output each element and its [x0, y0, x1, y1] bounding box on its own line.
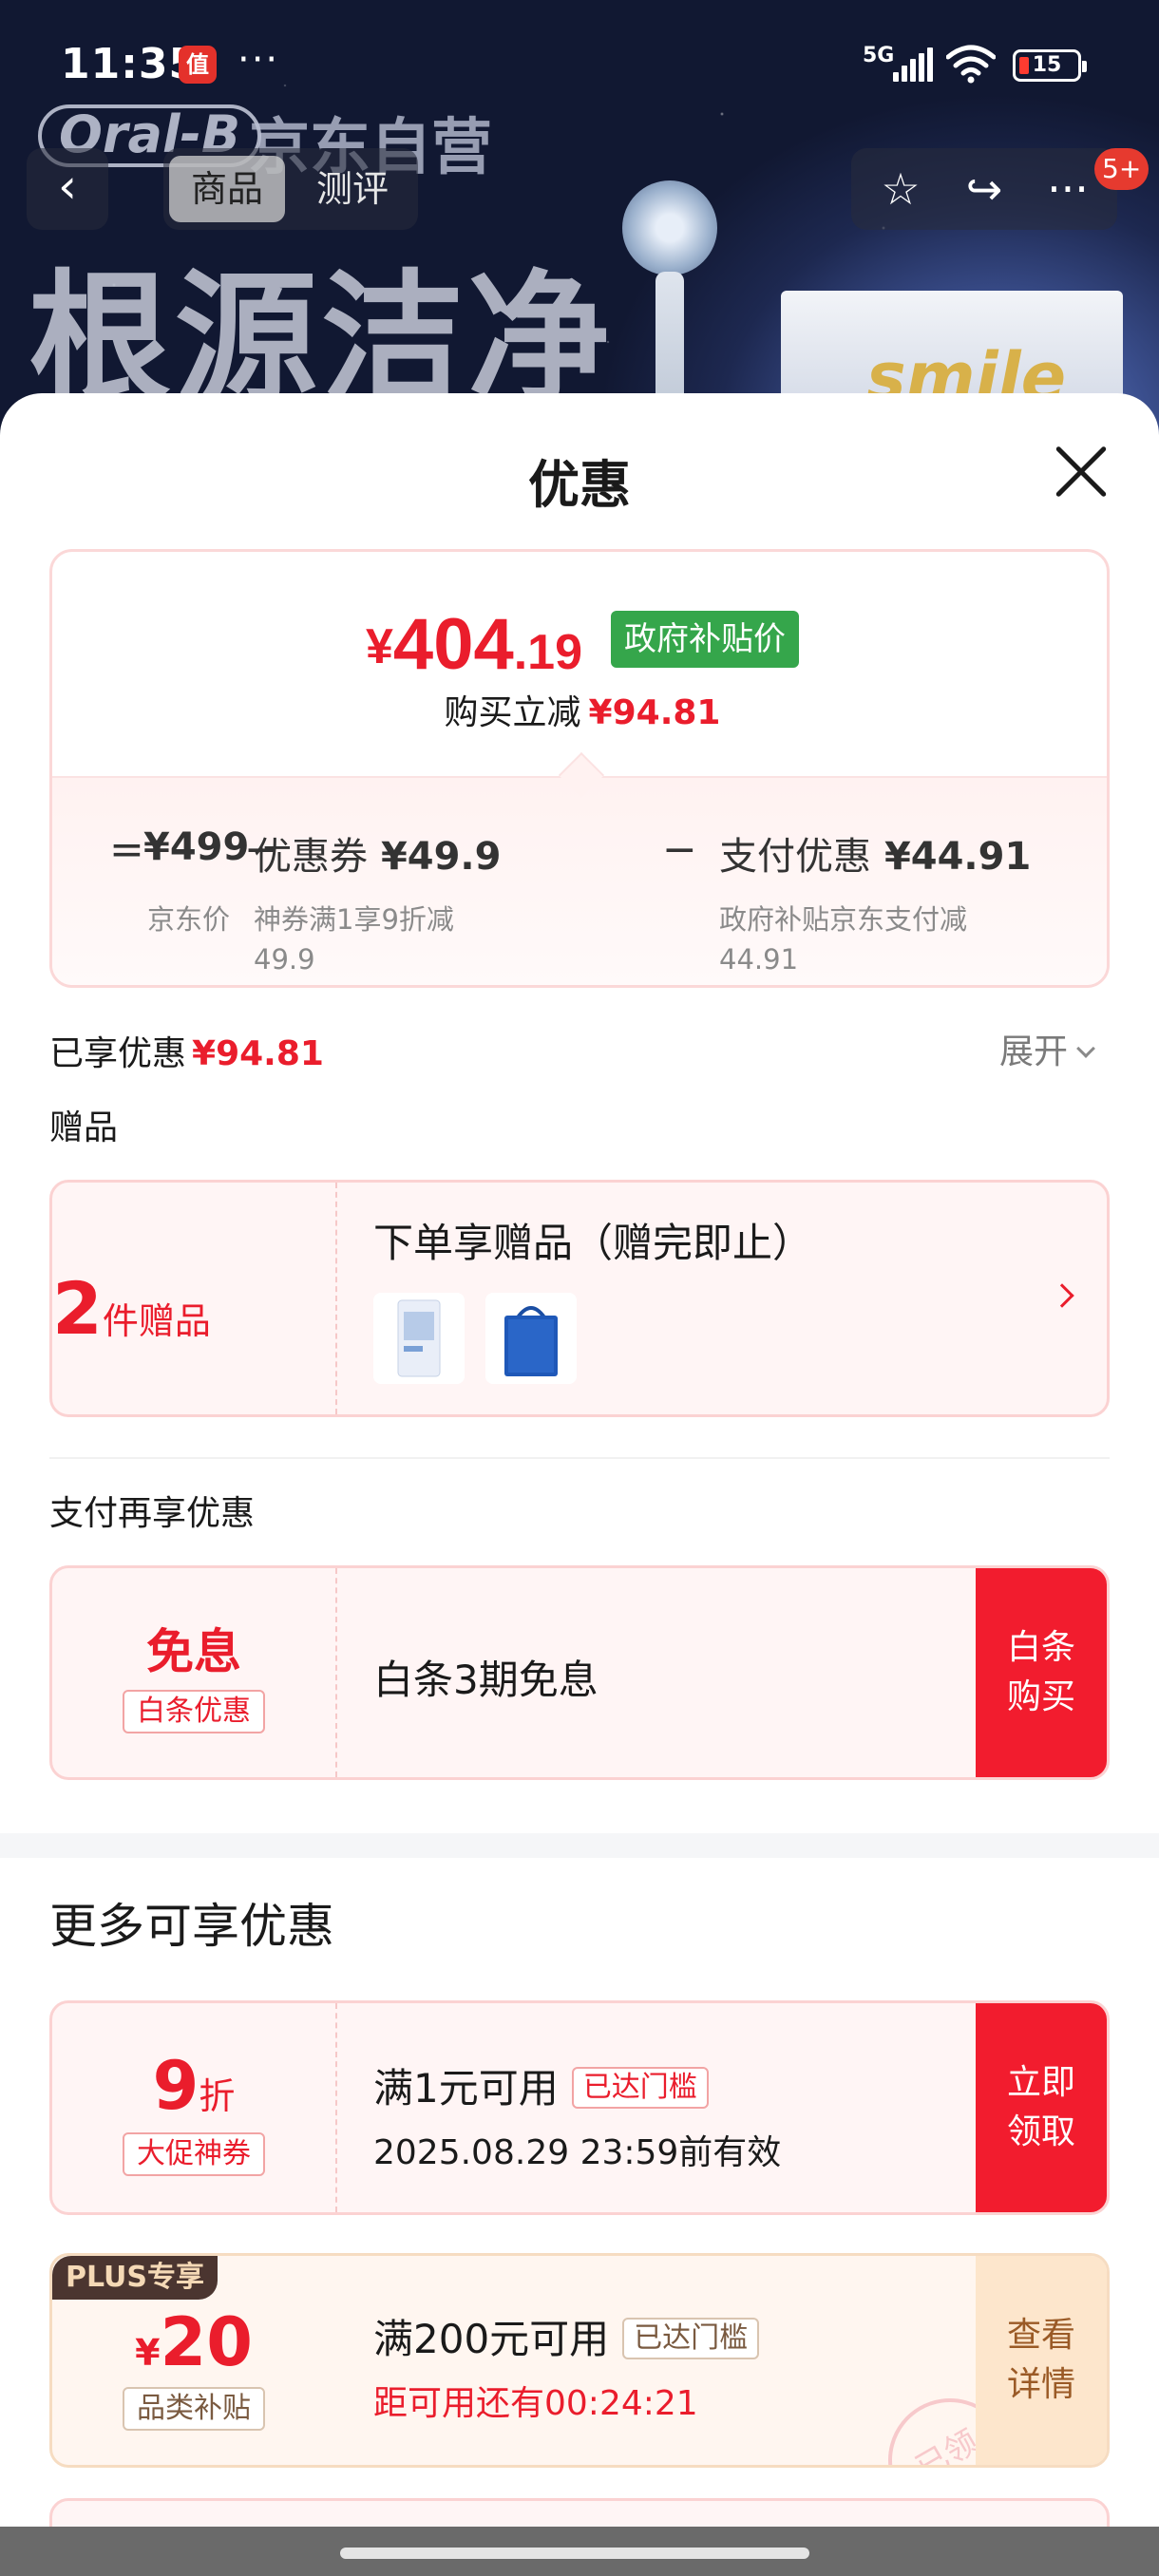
header-actions: ☆ ↪ ···	[851, 148, 1117, 230]
interest-free-label: 免息	[146, 1624, 241, 1679]
home-indicator[interactable]	[340, 2548, 809, 2559]
chevron-down-icon	[1076, 1039, 1095, 1058]
claim-coupon-button[interactable]: 立即领取	[976, 2003, 1107, 2212]
price-decimal: .19	[513, 625, 583, 680]
gifts-card[interactable]: 2件赠品 下单享赠品（赠完即止）	[49, 1180, 1110, 1417]
baitiao-description: 白条3期免息	[373, 1657, 598, 1703]
baitiao-tag: 白条优惠	[123, 1690, 265, 1733]
pay-more-section-label: 支付再享优惠	[49, 1494, 256, 1533]
enjoyed-value: ¥94.81	[192, 1034, 324, 1073]
card-divider	[335, 1183, 337, 1414]
baitiao-buy-button[interactable]: 白条购买	[976, 1568, 1107, 1777]
tab-product[interactable]: 商品	[169, 156, 285, 222]
coupon-label: 优惠券	[254, 835, 368, 879]
section-divider	[49, 1457, 1110, 1459]
baitiao-buy-label: 白条购买	[1006, 1628, 1075, 1716]
view-details-label: 查看详情	[1006, 2316, 1075, 2404]
jd-price-value: ¥499	[143, 825, 250, 869]
coupon-discount-number: 9	[152, 2047, 200, 2125]
card-divider	[335, 2003, 337, 2212]
coupon-type-tag: 大促神券	[123, 2132, 265, 2176]
pay-desc-line: 政府补贴京东支付减	[719, 903, 968, 936]
plus-coupon-card: PLUS专享 ¥20 品类补贴 满200元可用 已达门槛 距可用还有00:24:2…	[49, 2253, 1110, 2468]
product-page-background: Oral-B 京东自营 根源洁净 smile 11:35 值 ··· 5G 15…	[0, 0, 1159, 437]
price-summary-card: ¥404.19 政府补贴价 购买立减 ¥94.81 = ¥499 京东价 − 优惠…	[49, 549, 1110, 988]
signal-icon	[893, 47, 933, 82]
coupon-condition: 满1元可用 已达门槛	[373, 2056, 709, 2114]
plus-coupon-currency: ¥	[135, 2332, 161, 2374]
coupon-discount-unit: 折	[199, 2075, 236, 2117]
coupon-desc-line: 神券满1享9折减	[254, 903, 454, 936]
instant-discount-label: 购买立减	[444, 693, 581, 732]
plus-coupon-value: 20	[160, 2303, 253, 2381]
more-notifications-icon: ···	[238, 38, 280, 82]
chevron-right-icon	[1050, 1283, 1074, 1308]
card-divider	[335, 1568, 337, 1777]
instant-discount: 购买立减 ¥94.81	[52, 685, 1107, 734]
gift-count-number: 2	[52, 1266, 103, 1351]
discount-sheet: 优惠 ¥404.19 政府补贴价 购买立减 ¥94.81 = ¥499 京东价 −…	[0, 393, 1159, 2576]
threshold-reached-badge: 已达门槛	[571, 2067, 709, 2109]
close-icon[interactable]	[1053, 443, 1110, 500]
equals-sign: =	[109, 825, 144, 874]
gift-count-unit: 件赠品	[102, 1300, 211, 1342]
instant-discount-value: ¥94.81	[588, 693, 721, 732]
gift-bag-image	[485, 1293, 577, 1384]
gov-subsidy-badge: 政府补贴价	[611, 611, 799, 668]
pay-value: ¥44.91	[884, 835, 1032, 879]
battery-icon: 15	[1013, 49, 1087, 82]
plus-coupon-countdown: 距可用还有00:24:21	[373, 2384, 698, 2423]
final-price: ¥404.19	[366, 603, 582, 686]
plus-coupon-amount: ¥20	[52, 2303, 335, 2381]
more-offers-title: 更多可享优惠	[49, 1899, 334, 1954]
coupon-condition-text: 满1元可用	[373, 2065, 559, 2112]
expand-button[interactable]: 展开	[999, 1024, 1095, 1073]
favorite-star-icon[interactable]: ☆	[863, 156, 939, 222]
pay-description: 政府补贴京东支付减 44.91	[719, 900, 967, 979]
app-notification-icon: 值	[179, 46, 217, 84]
minus-sign: −	[662, 825, 697, 874]
price-integer: 404	[392, 604, 514, 685]
coupon-discount: 9折	[52, 2047, 335, 2125]
plus-coupon-condition: 满200元可用 已达门槛	[373, 2307, 760, 2365]
price-currency: ¥	[366, 619, 393, 674]
wifi-icon	[946, 45, 996, 84]
expand-label: 展开	[999, 1032, 1069, 1071]
gift-toothpaste-image	[373, 1293, 465, 1384]
share-icon[interactable]: ↪	[946, 156, 1022, 222]
claim-coupon-label: 立即领取	[1006, 2063, 1075, 2151]
coupon-breakdown: 优惠券 ¥49.9	[254, 825, 501, 881]
sheet-title: 优惠	[528, 455, 631, 515]
section-separator	[0, 1833, 1159, 1858]
plus-exclusive-tag: PLUS专享	[52, 2256, 218, 2300]
gifts-section-label: 赠品	[49, 1108, 119, 1147]
coupon-card-9-off: 9折 大促神券 满1元可用 已达门槛 2025.08.29 23:59前有效 立即…	[49, 2000, 1110, 2215]
coupon-expiry: 2025.08.29 23:59前有效	[373, 2133, 782, 2172]
pay-breakdown: 支付优惠 ¥44.91	[719, 825, 1031, 881]
view-details-button[interactable]: 查看详情	[976, 2256, 1107, 2465]
coupon-desc-amount: 49.9	[254, 943, 315, 975]
price-breakdown: = ¥499 京东价 − 优惠券 ¥49.9 神券满1享9折减 49.9 − 支…	[52, 776, 1107, 985]
gift-count: 2件赠品	[52, 1266, 335, 1351]
product-tabs: 商品 测评	[163, 148, 418, 230]
baitiao-card: 免息 白条优惠 白条3期免息 白条购买	[49, 1565, 1110, 1780]
gesture-navigation-bar	[0, 2527, 1159, 2576]
gifts-title: 下单享赠品（赠完即止）	[373, 1220, 813, 1266]
enjoyed-label: 已享优惠	[49, 1034, 187, 1073]
message-count-badge: 5+	[1094, 148, 1150, 190]
back-button[interactable]: ‹	[27, 148, 108, 230]
network-type: 5G	[863, 44, 895, 67]
tab-review[interactable]: 测评	[294, 156, 410, 222]
enjoyed-discount: 已享优惠 ¥94.81	[49, 1026, 324, 1075]
jd-price-label: 京东价	[147, 903, 231, 936]
coupon-description: 神券满1享9折减 49.9	[254, 900, 454, 979]
coupon-value: ¥49.9	[380, 835, 502, 879]
pay-label: 支付优惠	[719, 835, 871, 879]
category-subsidy-tag: 品类补贴	[123, 2387, 265, 2431]
threshold-reached-badge: 已达门槛	[622, 2318, 760, 2359]
pay-desc-amount: 44.91	[719, 943, 799, 975]
status-bar: 11:35 值 ··· 5G 15	[0, 0, 1159, 133]
plus-condition-text: 满200元可用	[373, 2316, 610, 2362]
